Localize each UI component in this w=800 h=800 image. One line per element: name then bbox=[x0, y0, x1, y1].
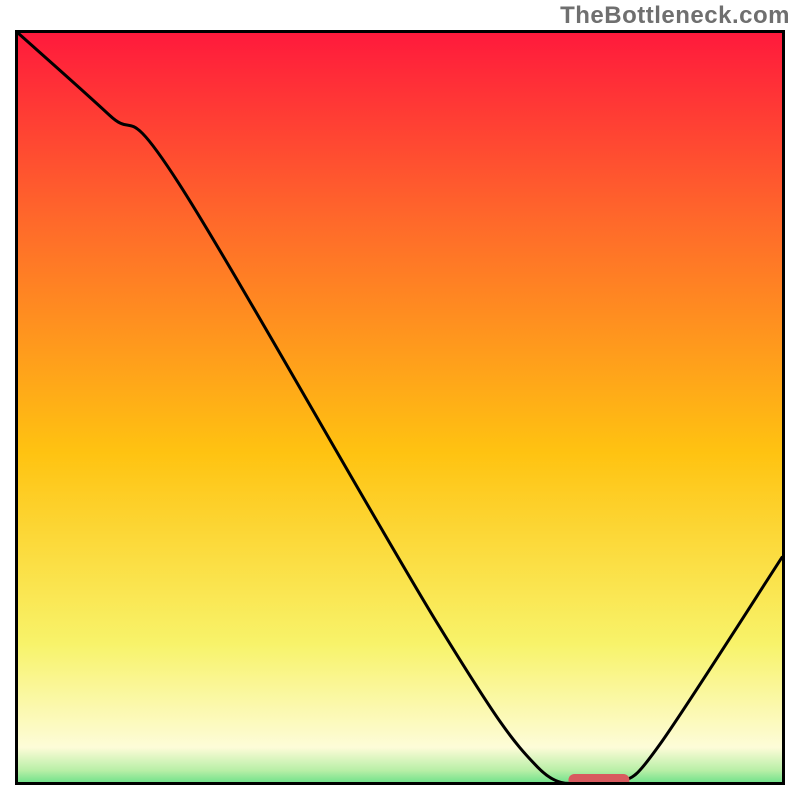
plot-area bbox=[15, 30, 785, 785]
optimal-range-marker bbox=[568, 774, 629, 785]
watermark-text: TheBottleneck.com bbox=[560, 2, 790, 30]
canvas: TheBottleneck.com bbox=[0, 0, 800, 800]
bottleneck-curve bbox=[18, 33, 782, 782]
